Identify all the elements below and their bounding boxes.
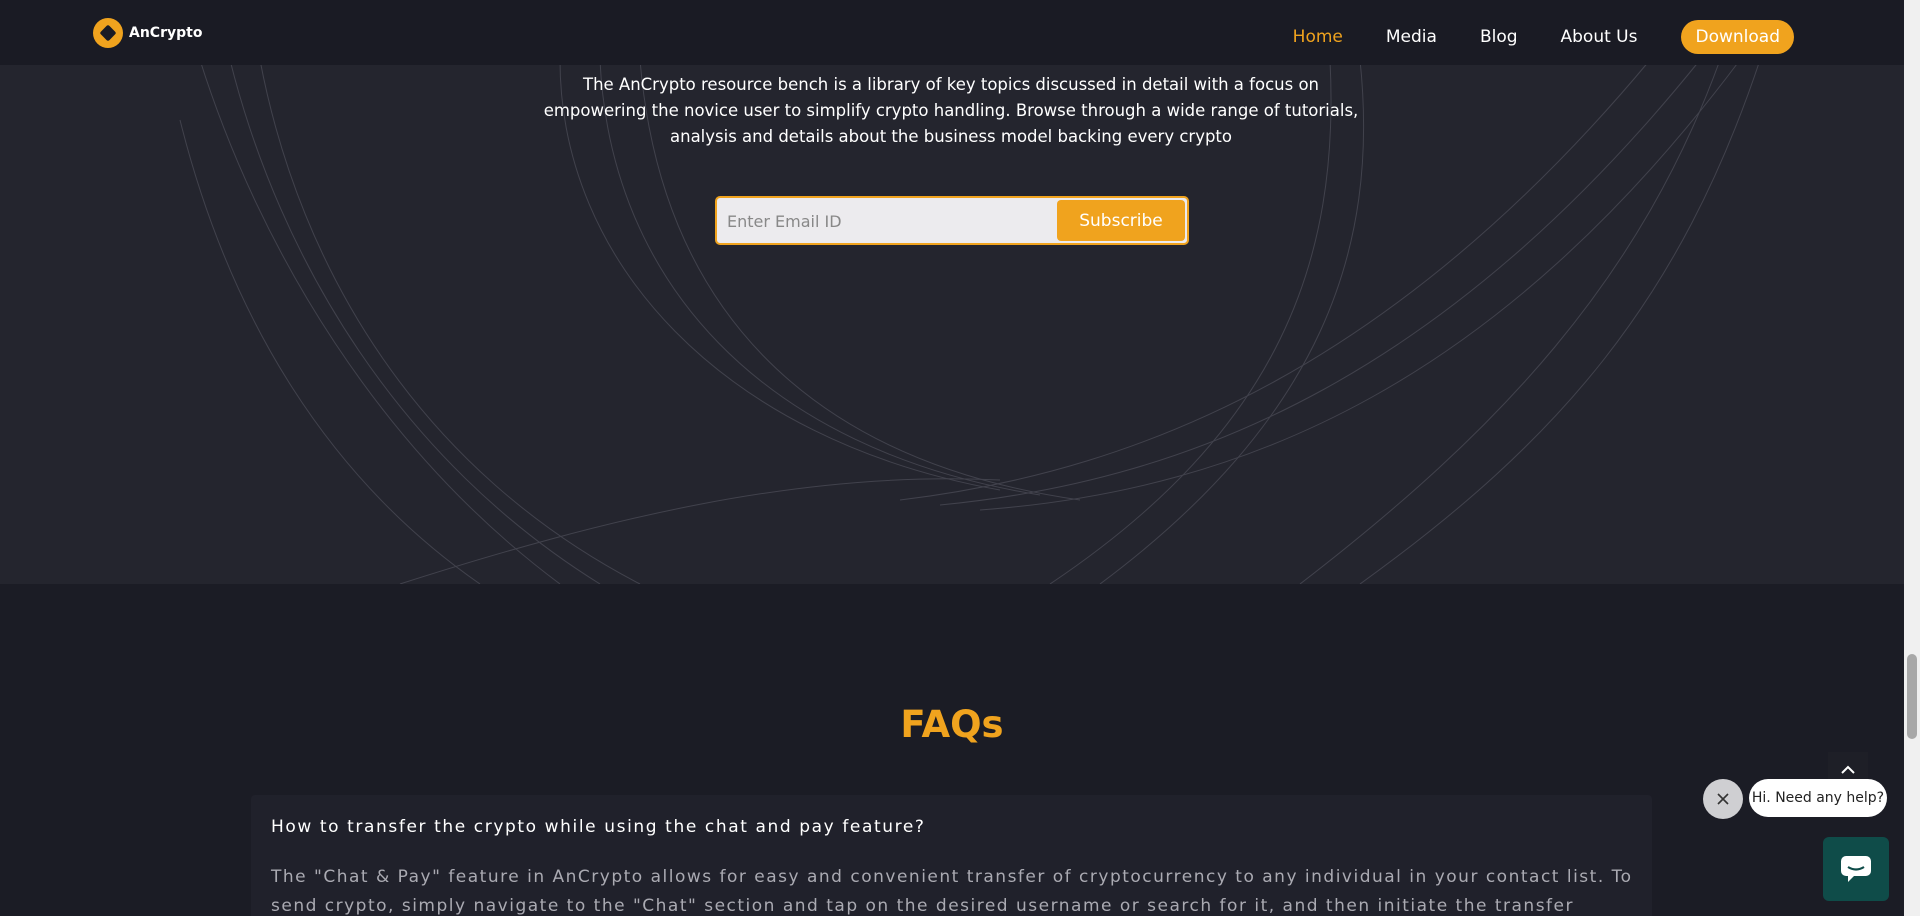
brand-logo[interactable]: AnCrypto xyxy=(93,18,202,48)
chat-icon xyxy=(1841,856,1871,882)
subscribe-form: Subscribe xyxy=(715,196,1189,245)
nav-item-home[interactable]: Home xyxy=(1293,27,1343,47)
nav-item-blog[interactable]: Blog xyxy=(1480,27,1518,47)
hero-description: The AnCrypto resource bench is a library… xyxy=(543,75,1359,146)
nav-item-media[interactable]: Media xyxy=(1386,27,1437,47)
hero-section: The AnCrypto resource bench is a library… xyxy=(0,0,1904,584)
ancrypto-logo-icon xyxy=(93,18,123,48)
subscribe-button[interactable]: Subscribe xyxy=(1057,200,1185,241)
faq-title: FAQs xyxy=(900,703,1004,746)
nav-item-about-us[interactable]: About Us xyxy=(1561,27,1638,47)
email-input[interactable] xyxy=(727,208,1047,234)
scrollbar-thumb[interactable] xyxy=(1907,654,1917,739)
close-icon xyxy=(1717,793,1729,805)
chevron-up-icon xyxy=(1841,765,1855,774)
chat-launcher-button[interactable] xyxy=(1823,837,1889,901)
site-header: AnCrypto Home Media Blog About Us Downlo… xyxy=(0,0,1904,65)
chat-close-button[interactable] xyxy=(1703,779,1743,819)
faq-item[interactable]: How to transfer the crypto while using t… xyxy=(251,795,1652,916)
page-scrollbar[interactable] xyxy=(1904,0,1920,916)
faq-answer: The "Chat & Pay" feature in AnCrypto all… xyxy=(271,867,1633,916)
brand-name: AnCrypto xyxy=(129,25,203,41)
download-button[interactable]: Download xyxy=(1681,20,1794,54)
main-nav: Home Media Blog About Us Download xyxy=(1250,20,1794,54)
chat-greeting-bubble[interactable]: Hi. Need any help? xyxy=(1749,779,1887,817)
faq-question[interactable]: How to transfer the crypto while using t… xyxy=(271,817,926,837)
